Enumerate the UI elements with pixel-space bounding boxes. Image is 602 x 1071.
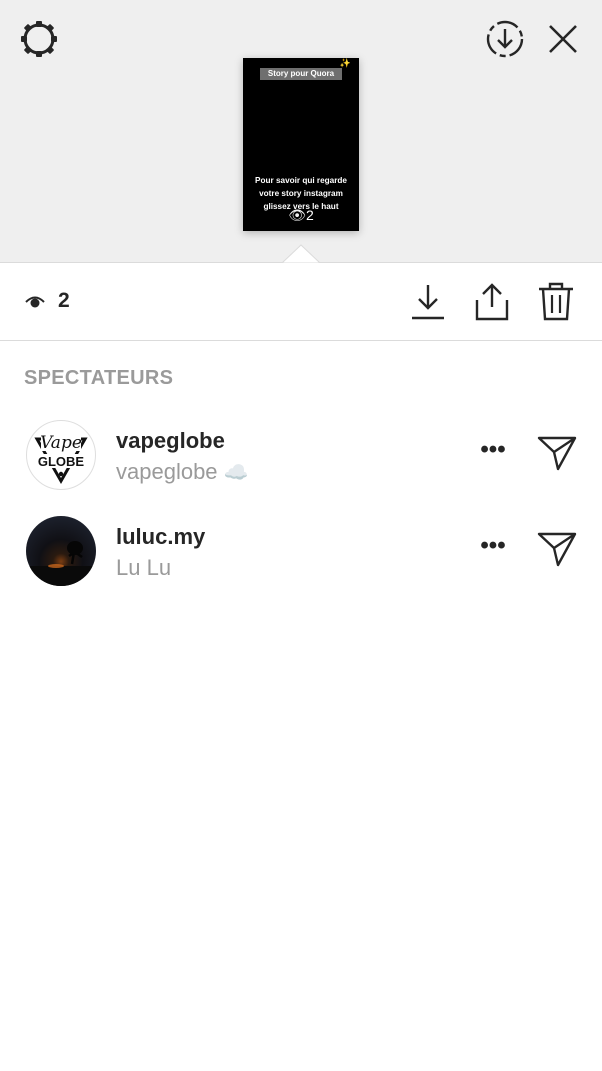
viewer-fullname-text: vapeglobe xyxy=(116,459,218,484)
vapeglobe-logo: Vape GLOBE xyxy=(34,429,88,485)
trash-icon[interactable] xyxy=(538,281,574,321)
viewer-row[interactable]: Vape GLOBE vapeglobe vapeglobe ☁️ ••• xyxy=(0,414,602,494)
svg-text:GLOBE: GLOBE xyxy=(38,454,85,469)
send-message-icon[interactable] xyxy=(536,530,578,568)
download-circle-icon[interactable] xyxy=(484,18,526,60)
gear-icon[interactable] xyxy=(18,18,60,60)
pointer-notch xyxy=(282,244,320,264)
story-thumbnail[interactable]: ✨ Story pour Quora Pour savoir qui regar… xyxy=(243,58,359,231)
section-title: SPECTATEURS xyxy=(24,367,174,389)
send-message-icon[interactable] xyxy=(536,434,578,472)
eye-icon xyxy=(25,296,45,308)
eye-icon: 👁 xyxy=(288,207,306,223)
more-options-button[interactable]: ••• xyxy=(478,438,508,468)
share-icon[interactable] xyxy=(474,281,510,321)
viewer-fullname: Lu Lu xyxy=(116,555,172,580)
story-header-area: ✨ Story pour Quora Pour savoir qui regar… xyxy=(0,0,602,262)
sunset-photo xyxy=(26,541,96,586)
close-icon[interactable] xyxy=(544,20,582,58)
avatar[interactable] xyxy=(26,516,96,586)
download-icon[interactable] xyxy=(410,281,446,321)
avatar[interactable]: Vape GLOBE xyxy=(26,420,96,490)
viewer-username[interactable]: vapeglobe xyxy=(116,428,225,454)
viewer-row[interactable]: luluc.my Lu Lu ••• xyxy=(0,510,602,590)
viewer-username[interactable]: luluc.my xyxy=(116,524,205,550)
more-options-button[interactable]: ••• xyxy=(478,534,508,564)
story-view-count: 👁2 xyxy=(243,207,359,223)
viewer-fullname: vapeglobe ☁️ xyxy=(116,459,249,485)
view-count[interactable]: 2 xyxy=(58,289,70,313)
story-count-value: 2 xyxy=(305,207,314,223)
stats-bar: 2 xyxy=(0,263,602,341)
story-tag: Story pour Quora xyxy=(260,68,342,80)
svg-text:Vape: Vape xyxy=(40,433,82,453)
cloud-emoji: ☁️ xyxy=(223,462,249,484)
